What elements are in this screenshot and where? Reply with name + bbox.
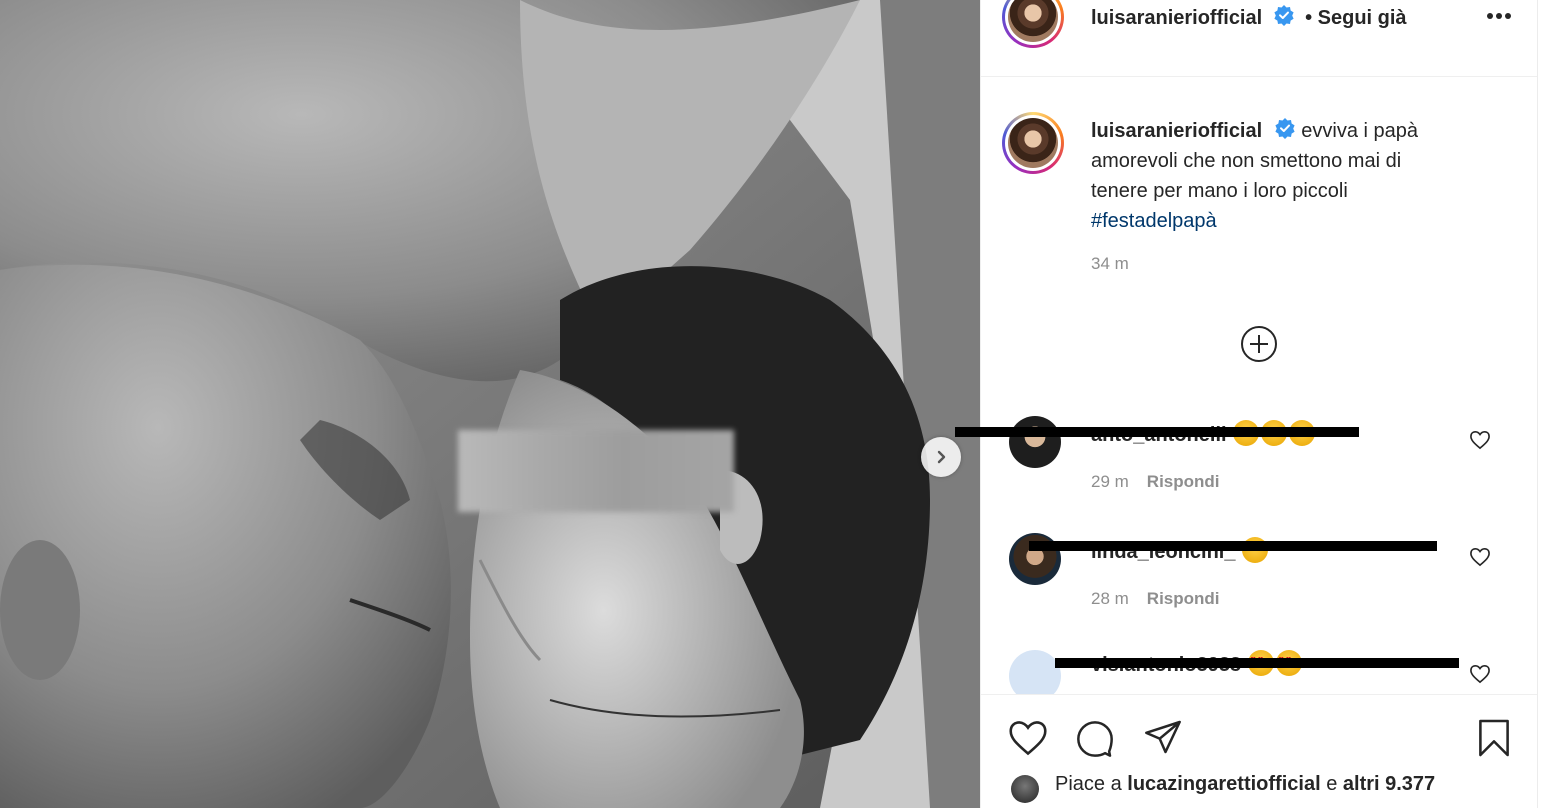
- caption: luisaranieriofficial evviva i papà amore…: [1091, 116, 1491, 274]
- comment-time: 28 m: [1091, 589, 1129, 608]
- post-header: luisaranieriofficial • Segui già: [981, 0, 1538, 77]
- heart-icon[interactable]: [1469, 430, 1491, 450]
- chevron-right-icon: [937, 450, 946, 464]
- post-image: [0, 0, 980, 808]
- more-options-icon[interactable]: [1486, 12, 1512, 20]
- commenter-avatar[interactable]: [1009, 416, 1061, 468]
- author-avatar[interactable]: [1002, 0, 1064, 48]
- caption-time: 34 m: [1091, 254, 1129, 273]
- comment-time: 29 m: [1091, 472, 1129, 491]
- likes-summary[interactable]: Piace a lucazingarettiofficial e altri 9…: [1055, 773, 1435, 796]
- heart-icon[interactable]: [1469, 547, 1491, 567]
- redaction-bar: [1055, 658, 1459, 668]
- post-actions: Piace a lucazingarettiofficial e altri 9…: [981, 694, 1538, 808]
- share-icon[interactable]: [1143, 717, 1183, 757]
- liker-avatar[interactable]: [1011, 775, 1039, 803]
- redaction-bar: [1029, 541, 1437, 551]
- caption-text-line-1: evviva i papà: [1301, 120, 1419, 142]
- add-comment-icon[interactable]: [1240, 325, 1278, 363]
- comment-icon[interactable]: [1075, 719, 1115, 759]
- reply-button[interactable]: Rispondi: [1147, 589, 1220, 608]
- redaction-bar: [955, 427, 1359, 437]
- caption-avatar[interactable]: [1002, 112, 1064, 174]
- likes-others[interactable]: altri 9.377: [1343, 773, 1435, 795]
- post-photo-illustration: [0, 0, 980, 808]
- caption-username[interactable]: luisaranieriofficial: [1091, 120, 1262, 142]
- post-side-panel: luisaranieriofficial • Segui già luisara…: [955, 0, 1538, 808]
- next-image-button[interactable]: [921, 437, 961, 477]
- like-heart-icon[interactable]: [1007, 719, 1049, 757]
- follow-status[interactable]: • Segui già: [1305, 7, 1406, 29]
- comment-item: vis.antonio3938: [981, 640, 1538, 694]
- bookmark-icon[interactable]: [1477, 717, 1511, 759]
- likes-middle: e: [1320, 773, 1343, 795]
- heart-icon[interactable]: [1469, 664, 1491, 684]
- likes-prefix: Piace a: [1055, 773, 1128, 795]
- verified-icon: [1275, 118, 1295, 139]
- caption-text-line-3: tenere per mano i loro piccoli: [1091, 180, 1348, 202]
- commenter-avatar[interactable]: [1009, 650, 1061, 694]
- face-blur-censor: [458, 430, 734, 512]
- verified-icon: [1274, 5, 1294, 26]
- caption-text-line-2: amorevoli che non smettono mai di: [1091, 150, 1402, 172]
- reply-button[interactable]: Rispondi: [1147, 472, 1220, 491]
- caption-hashtag[interactable]: #festadelpapà: [1091, 206, 1491, 236]
- likes-user[interactable]: lucazingarettiofficial: [1127, 773, 1320, 795]
- page-scrollbar[interactable]: [1537, 0, 1557, 808]
- author-username[interactable]: luisaranieriofficial: [1091, 7, 1262, 29]
